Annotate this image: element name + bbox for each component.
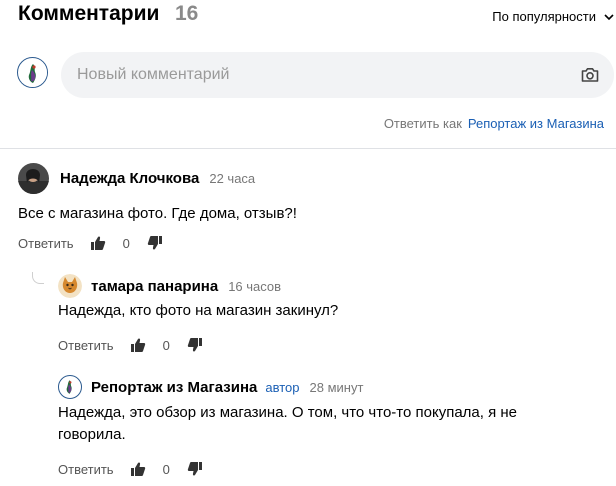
comments-header: Комментарии 16 По популярности <box>18 2 616 32</box>
comments-count: 16 <box>175 2 199 25</box>
author-badge: автор <box>265 379 300 395</box>
comment-score: 0 <box>162 461 170 477</box>
reply-button[interactable]: Ответить <box>58 338 114 353</box>
comment-author-name[interactable]: Надежда Клочкова <box>60 170 199 187</box>
comment-timestamp[interactable]: 22 часа <box>209 171 255 186</box>
comment-text-line: Надежда, это обзор из магазина. О том, ч… <box>58 404 518 421</box>
comment-score: 0 <box>122 235 130 251</box>
comment-text: Все с магазина фото. Где дома, отзыв?! <box>18 205 297 222</box>
comments-title: Комментарии <box>18 2 160 25</box>
my-avatar <box>17 57 48 88</box>
new-comment-input[interactable] <box>77 52 557 98</box>
thumbs-up-icon[interactable] <box>130 337 146 353</box>
reply-as-label: Ответить как <box>383 116 462 131</box>
new-comment-field[interactable] <box>61 52 614 98</box>
comment-author-name[interactable]: Репортаж из Магазина <box>91 379 257 396</box>
chevron-down-icon <box>604 13 614 20</box>
comment: Надежда Клочкова 22 часа Все с магазина … <box>18 163 616 263</box>
reply-as-account-link[interactable]: Репортаж из Магазина <box>468 116 604 131</box>
reply-button[interactable]: Ответить <box>18 236 74 251</box>
comment-timestamp[interactable]: 16 часов <box>228 279 281 294</box>
comment-text: Надежда, это обзор из магазина. О том, ч… <box>58 402 608 446</box>
comment-author-name[interactable]: тамара панарина <box>91 278 218 295</box>
reply-button[interactable]: Ответить <box>58 462 114 477</box>
comment-text-line: говорила. <box>58 426 126 443</box>
comment: Репортаж из Магазина автор 28 минут Наде… <box>58 372 616 484</box>
comment-actions: Ответить 0 <box>58 337 203 353</box>
thumbs-up-icon[interactable] <box>90 235 106 251</box>
sort-label: По популярности <box>492 9 596 24</box>
thread-connector <box>32 272 44 284</box>
camera-icon[interactable] <box>580 65 600 85</box>
comment-actions: Ответить 0 <box>18 235 163 251</box>
comment-actions: Ответить 0 <box>58 461 203 477</box>
comment-text: Надежда, кто фото на магазин закинул? <box>58 302 339 319</box>
thumbs-down-icon[interactable] <box>187 461 203 477</box>
thumbs-up-icon[interactable] <box>130 461 146 477</box>
thumbs-down-icon[interactable] <box>187 337 203 353</box>
sort-dropdown[interactable]: По популярности <box>492 9 616 24</box>
thumbs-down-icon[interactable] <box>147 235 163 251</box>
reply-as: Ответить как Репортаж из Магазина <box>384 116 604 131</box>
comment-score: 0 <box>162 337 170 353</box>
comment: тамара панарина 16 часов Надежда, кто фо… <box>58 271 616 361</box>
divider <box>0 148 616 149</box>
comment-timestamp[interactable]: 28 минут <box>310 380 364 395</box>
